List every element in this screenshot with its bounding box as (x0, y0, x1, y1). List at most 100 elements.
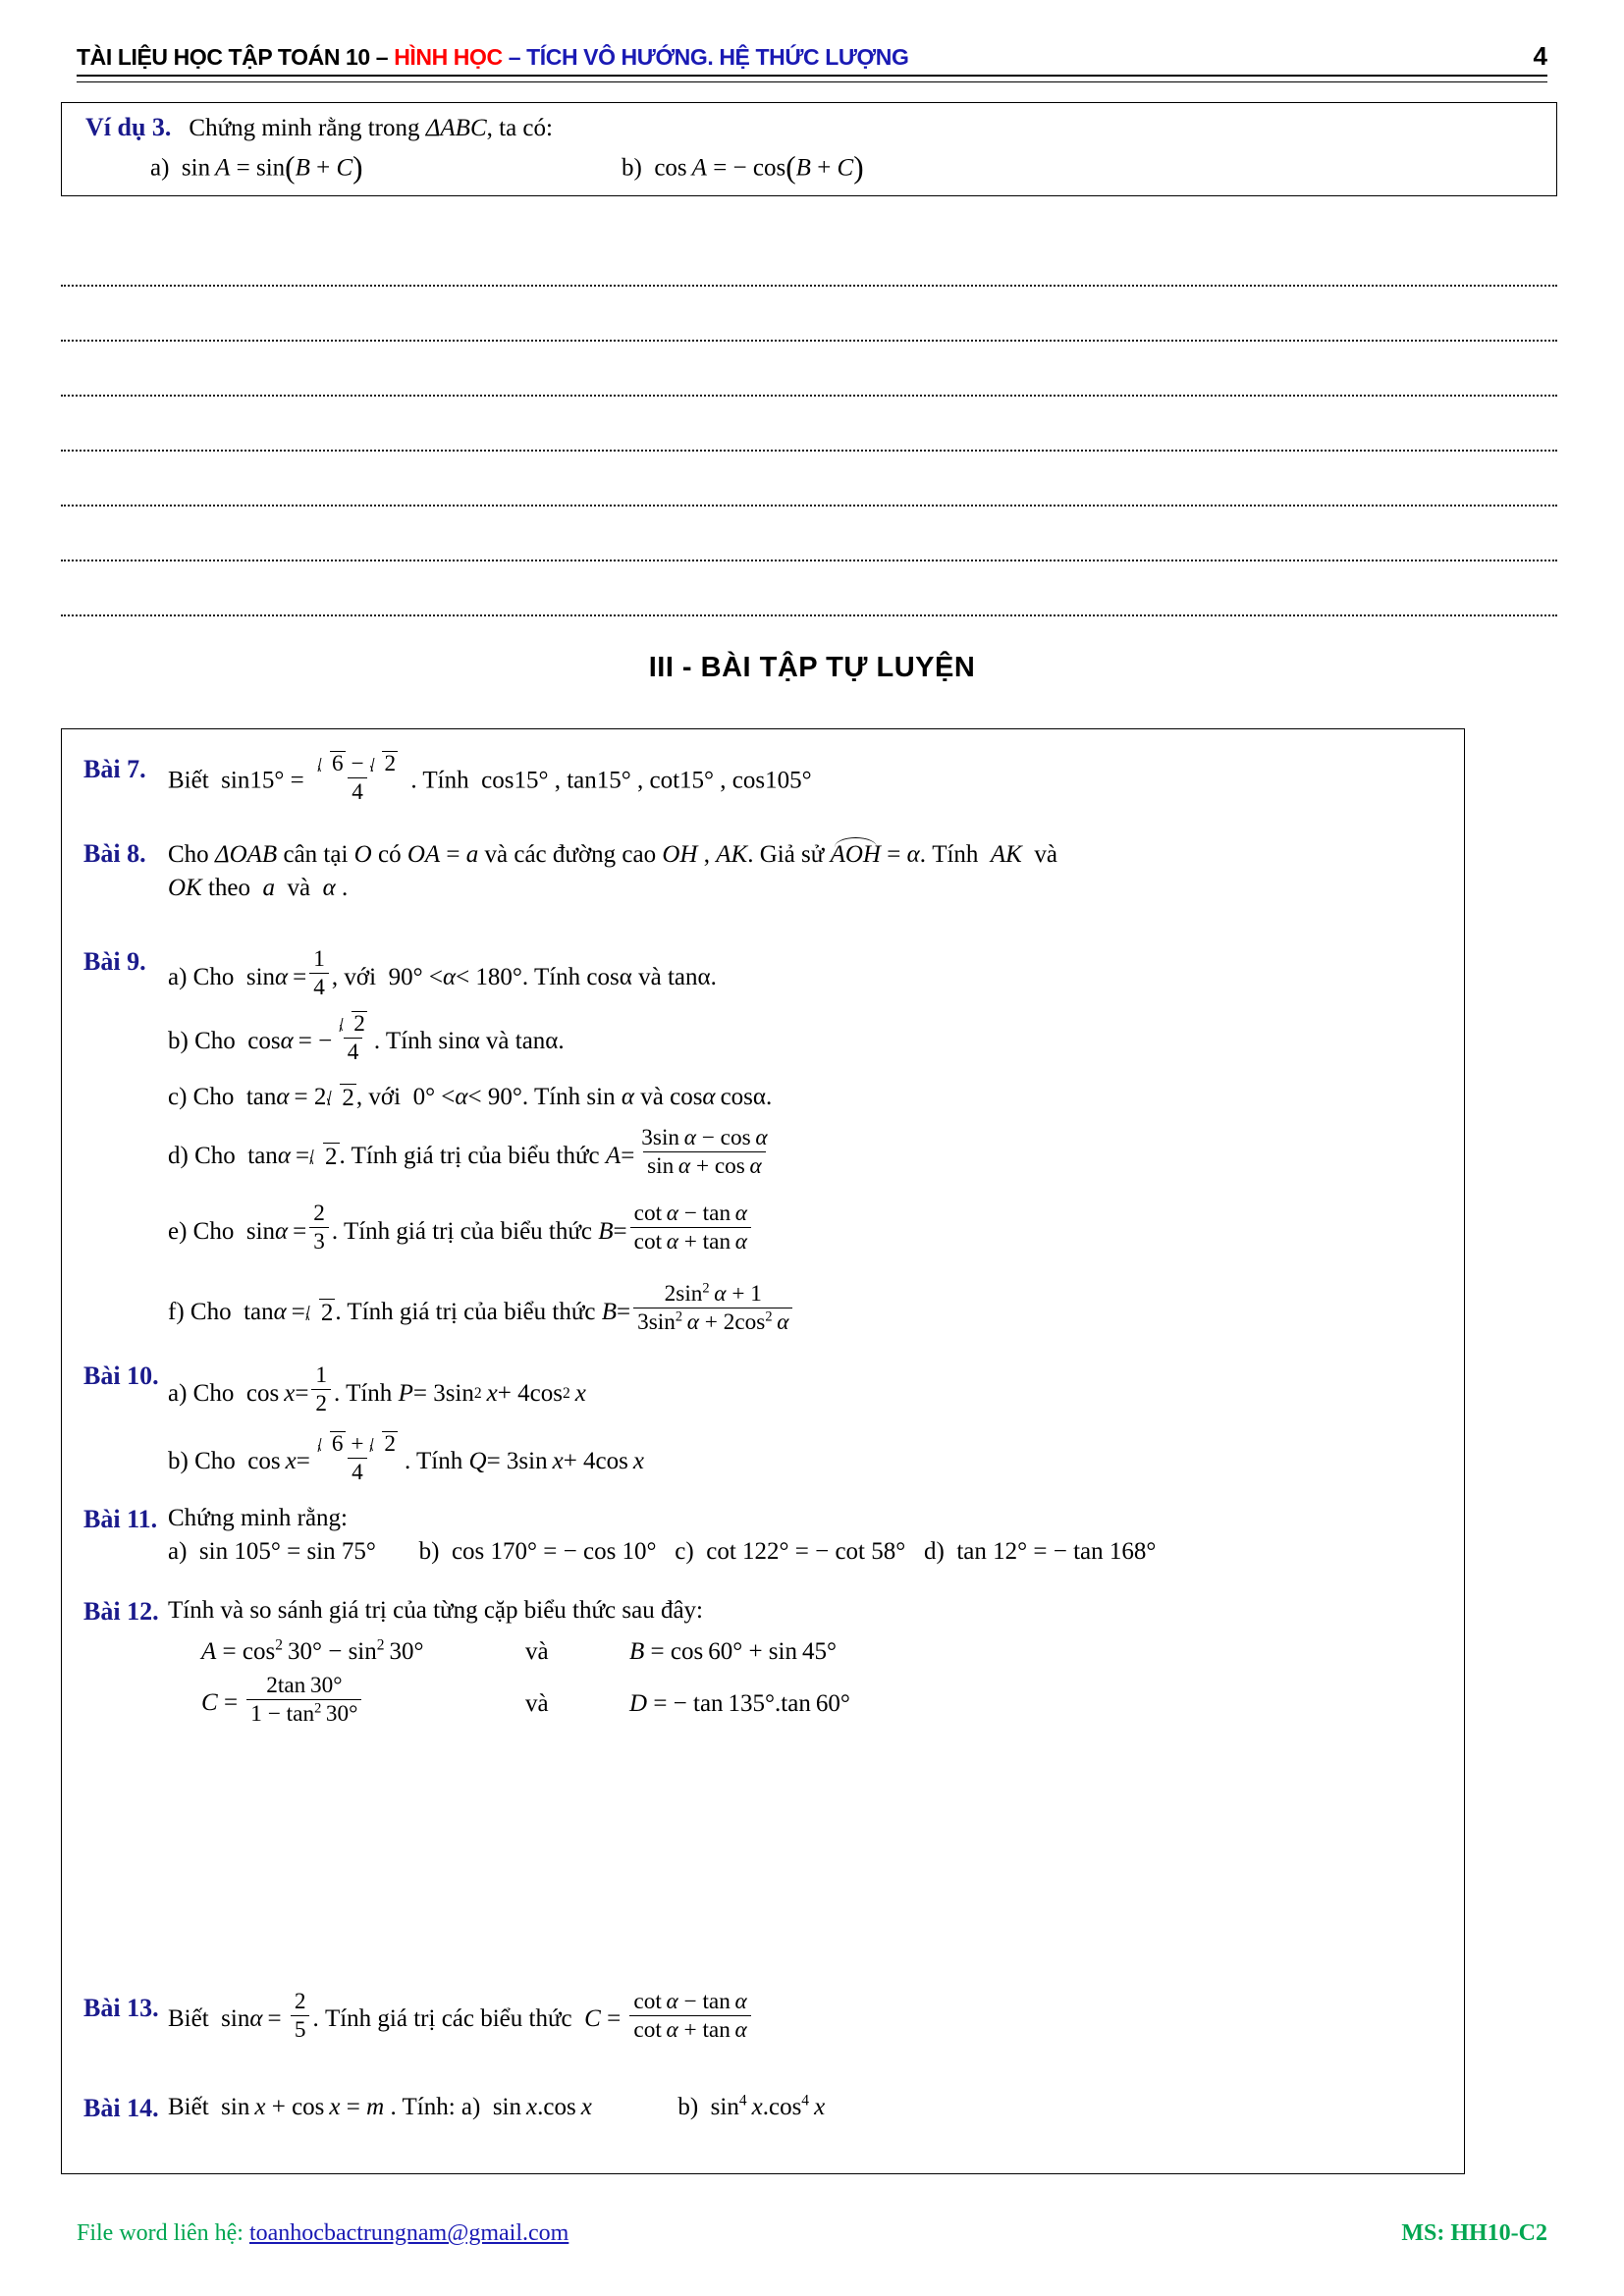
bai9d-fraction: 3sin α − cos α sin α + cos α (637, 1125, 771, 1180)
answer-line[interactable] (61, 452, 1557, 507)
bai11-items: a) sin 105° = sin 75° b) cos 170° = − co… (168, 1538, 1466, 1566)
bai11-item-b: b) cos 170° = − cos 10° (419, 1538, 663, 1565)
header-title-blue: – TÍCH VÔ HƯỚNG. HỆ THỨC LƯỢNG (502, 44, 909, 70)
bai11-d-marker: d) (924, 1538, 945, 1565)
answer-line[interactable] (61, 232, 1557, 287)
footer-ms-code: MS: HH10-C2 (1401, 2220, 1547, 2246)
bai10b-fraction: 6 + 2 4 (313, 1430, 402, 1485)
bai9-item-b-marker: b) (168, 1028, 189, 1054)
bai14-biet: Biết (168, 2094, 209, 2120)
exercise-body-bai-12: Tính và so sánh giá trị của từng cặp biể… (168, 1597, 1466, 1731)
bai12-c-fraction: 2tan 30° 1 − tan2 30° (246, 1673, 362, 1727)
bai9d-num: 3sin α − cos α (641, 1125, 768, 1151)
bai10-item-b-marker: b) (168, 1448, 189, 1474)
example-prompt-post: , ta có: (486, 115, 553, 141)
answer-line[interactable] (61, 342, 1557, 397)
bai9e-fraction-2: cot α − tan α cot α + tan α (629, 1201, 751, 1255)
exercise-bai-14: Bài 14. Biết sin x + cos x = m . Tính: a… (62, 2092, 1466, 2123)
bai11-a-text: sin 105° = sin 75° (198, 1538, 376, 1565)
exercise-body-bai-10: a) Cho cos x = 1 2 . Tính P = 3sin 2 x + … (168, 1362, 1466, 1497)
bai8-gia-su: . Giả sử (747, 841, 825, 868)
bai10b-tinh: . Tính (404, 1448, 463, 1474)
bai7-biet: Biết (168, 767, 209, 794)
footer-contact: File word liên hệ: toanhocbactrungnam@gm… (77, 2220, 568, 2247)
bai13-den-2: cot α + tan α (629, 2015, 751, 2043)
bai9-item-f: f) Cho tan α = 2 . Tính giá trị của biểu … (168, 1271, 1466, 1354)
bai12-expr-a: A = cos2 30° − sin2 30° (201, 1636, 424, 1665)
bai10-item-a: a) Cho cos x = 1 2 . Tính P = 3sin 2 x + … (168, 1362, 586, 1417)
exercise-box: Bài 7. Biết sin15° = 6 − 2 4 . Tính cos1… (61, 728, 1465, 2174)
bai10b-den: 4 (348, 1457, 367, 1485)
bai9a-fraction: 1 4 (309, 947, 329, 1000)
bai12-expr-b: B = cos 60° + sin 45° (629, 1638, 837, 1665)
example-items-line: a) sin A = sin(B + C) b) cos A = − cos(B… (150, 150, 1525, 186)
bai11-c-text: cot 122° = − cot 58° (706, 1538, 906, 1565)
bai9-item-e-marker: e) (168, 1218, 188, 1245)
bai11-b-marker: b) (418, 1538, 440, 1565)
bai11-item-a: a) sin 105° = sin 75° (168, 1538, 382, 1565)
bai9e-num-1: 2 (313, 1201, 325, 1227)
footer-email-link[interactable]: toanhocbactrungnam@gmail.com (249, 2220, 568, 2246)
bai9e-cho: Cho (192, 1218, 235, 1245)
page-footer: File word liên hệ: toanhocbactrungnam@gm… (77, 2220, 1547, 2247)
exercise-body-bai-7: Biết sin15° = 6 − 2 4 . Tính cos15° , ta… (168, 751, 812, 806)
bai8-va: và (1034, 841, 1057, 868)
bai13-num-2: cot α − tan α (633, 1989, 747, 2015)
bai10a-cho: Cho (192, 1380, 235, 1407)
header-divider (77, 75, 1547, 82)
header-title: TÀI LIỆU HỌC TẬP TOÁN 10 – HÌNH HỌC – TÍ… (77, 44, 909, 71)
exercise-body-bai-14: Biết sin x + cos x = m . Tính: a) sin x.… (168, 2092, 826, 2120)
bai9-item-c: c) Cho tan α = 22 , với 0° < α < 90°. Tín… (168, 1083, 773, 1111)
answer-lines-area (61, 232, 1557, 616)
example-heading-line: Ví dụ 3. Chứng minh rằng trong ΔABC, ta … (85, 113, 553, 142)
bai11-b-text: cos 170° = − cos 10° (451, 1538, 657, 1565)
example-item-a: a) sin A = sin(B + C) (150, 150, 363, 185)
bai9a-voi: với (344, 964, 377, 990)
bai9b-den: 4 (343, 1037, 363, 1065)
bai9f-den: 3sin2 α + 2cos2 α (633, 1308, 793, 1335)
bai13-den-1: 5 (290, 2015, 310, 2043)
exercise-bai-11: Bài 11. Chứng minh rằng: a) sin 105° = s… (62, 1505, 1466, 1566)
bai8-line-2: OK theo a và α . (168, 875, 349, 901)
bai7-fraction-denominator: 4 (348, 777, 367, 805)
answer-line[interactable] (61, 397, 1557, 452)
bai9e-num-2: cot α − tan α (633, 1201, 747, 1227)
bai10-item-b: b) Cho cos x = 6 + 2 4 . Tính Q = 3sin x… (168, 1430, 644, 1485)
bai9-item-f-marker: f) (168, 1299, 185, 1325)
exercise-bai-9: Bài 9. a) Cho sin α = 1 4 , với 90° < α <… (62, 947, 1466, 1354)
answer-line[interactable] (61, 287, 1557, 342)
answer-line[interactable] (61, 561, 1557, 616)
example-triangle-abc: ΔABC (425, 115, 487, 141)
bai7-fraction: 6 − 2 4 (313, 751, 402, 805)
bai9e-den-1: 3 (309, 1227, 329, 1255)
bai9e-tinh: . Tính giá trị của biểu thức (331, 1218, 593, 1245)
exercise-bai-8: Bài 8. Cho ΔOAB cân tại O có OA = a và c… (62, 837, 1466, 902)
bai11-intro: Chứng minh rằng: (168, 1505, 348, 1531)
bai9f-num: 2sin2 α + 1 (664, 1280, 762, 1308)
bai12-expr-d: D = − tan 135°.tan 60° (629, 1690, 850, 1718)
bai10b-num: 6 + 2 (313, 1430, 402, 1458)
bai13-biet: Biết (168, 2004, 209, 2032)
exercise-body-bai-8: Cho ΔOAB cân tại O có OA = a và các đườn… (168, 837, 1466, 902)
example-prompt-pre: Chứng minh rằng trong (189, 115, 426, 141)
bai9d-den: sin α + cos α (643, 1151, 766, 1179)
bai9-item-c-marker: c) (168, 1084, 188, 1110)
bai9c-voi: với (368, 1084, 402, 1110)
bai9c-tinh: . Tính sin (521, 1084, 616, 1110)
bai9a-cho: Cho (192, 964, 235, 990)
bai8-cho: Cho (168, 841, 209, 868)
exercise-label-bai-12: Bài 12. (83, 1597, 159, 1626)
bai9a-tinh: . Tính cosα và tanα. (521, 964, 717, 990)
bai12-expr-c: C = 2tan 30° 1 − tan2 30° (201, 1674, 525, 1731)
bai8-duong-cao: và các đường cao (484, 841, 657, 868)
exercise-label-bai-8: Bài 8. (83, 839, 146, 868)
exercise-bai-7: Bài 7. Biết sin15° = 6 − 2 4 . Tính cos1… (62, 751, 1466, 809)
bai7-fraction-numerator: 6 − 2 (313, 751, 402, 777)
bai8-co: có (377, 841, 402, 868)
exercise-label-bai-13: Bài 13. (83, 1994, 159, 2022)
bai9-item-b: b) Cho cos α = − 2 4 . Tính sinα và tanα. (168, 1010, 565, 1065)
answer-line[interactable] (61, 507, 1557, 561)
bai12-c-num: 2tan 30° (266, 1673, 343, 1699)
section-heading: III - BÀI TẬP TỰ LUYỆN (648, 652, 976, 683)
bai9c-end: cosα. (720, 1084, 773, 1110)
